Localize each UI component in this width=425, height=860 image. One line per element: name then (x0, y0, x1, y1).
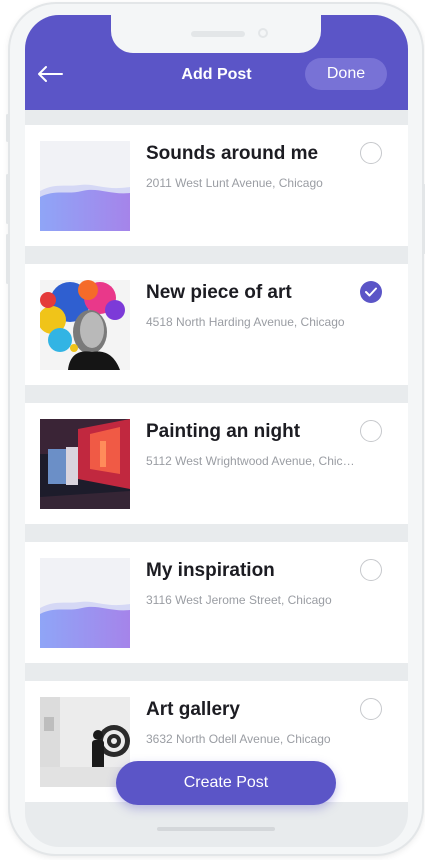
post-thumbnail (40, 697, 130, 787)
post-thumbnail (40, 280, 130, 370)
wave-placeholder-image (40, 558, 130, 648)
phone-frame: Add Post Done Sounds around me 2011 West… (6, 4, 425, 854)
post-card[interactable]: Sounds around me 2011 West Lunt Avenue, … (25, 125, 408, 246)
post-address: 5112 West Wrightwood Avenue, Chicago (146, 454, 356, 468)
post-address: 3632 North Odell Avenue, Chicago (146, 732, 331, 746)
post-title: Art gallery (146, 699, 240, 720)
post-title: New piece of art (146, 282, 292, 303)
post-card[interactable]: My inspiration 3116 West Jerome Street, … (25, 542, 408, 663)
check-icon (365, 287, 377, 297)
phone-notch (111, 15, 321, 53)
screen: Add Post Done Sounds around me 2011 West… (25, 15, 408, 847)
wave-placeholder-image (40, 141, 130, 231)
select-radio[interactable] (360, 559, 382, 581)
speaker-grille (191, 31, 245, 37)
post-card[interactable]: New piece of art 4518 North Harding Aven… (25, 264, 408, 385)
post-thumbnail (40, 141, 130, 231)
post-title: Painting an night (146, 421, 301, 442)
gallery-spiral-photo-image (40, 697, 130, 787)
side-button (6, 174, 9, 224)
done-button[interactable]: Done (305, 58, 387, 90)
colorful-portrait-art-image (40, 280, 130, 370)
select-radio-checked[interactable] (360, 281, 382, 303)
post-thumbnail (40, 558, 130, 648)
post-thumbnail (40, 419, 130, 509)
side-button (6, 234, 9, 284)
home-indicator (157, 827, 275, 831)
post-address: 4518 North Harding Avenue, Chicago (146, 315, 345, 329)
post-title: Sounds around me (146, 143, 319, 164)
front-camera (258, 28, 268, 38)
neon-gallery-photo-image (40, 419, 130, 509)
create-post-button[interactable]: Create Post (116, 761, 336, 805)
select-radio[interactable] (360, 698, 382, 720)
side-button (6, 114, 9, 142)
select-radio[interactable] (360, 420, 382, 442)
select-radio[interactable] (360, 142, 382, 164)
post-card[interactable]: Painting an night 5112 West Wrightwood A… (25, 403, 408, 524)
post-address: 2011 West Lunt Avenue, Chicago (146, 176, 323, 190)
post-title: My inspiration (146, 560, 275, 581)
post-address: 3116 West Jerome Street, Chicago (146, 593, 332, 607)
